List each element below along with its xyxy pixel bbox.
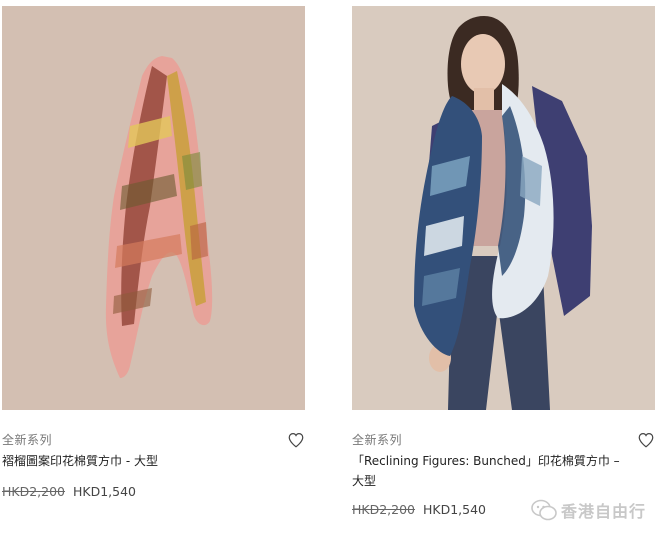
original-price: HKD2,200 bbox=[352, 502, 416, 517]
wishlist-heart-icon[interactable] bbox=[287, 431, 305, 449]
price-block: HKD2,200 HKD1,540 bbox=[352, 502, 486, 517]
sale-price: HKD1,540 bbox=[73, 484, 137, 499]
model-wearing-scarf-illustration bbox=[352, 6, 655, 410]
product-image-2[interactable] bbox=[352, 6, 655, 410]
watermark: 香港自由行 bbox=[531, 497, 655, 523]
original-price: HKD2,200 bbox=[2, 484, 66, 499]
price-block: HKD2,200 HKD1,540 bbox=[2, 484, 136, 499]
sale-price: HKD1,540 bbox=[423, 502, 487, 517]
heart-outline-icon bbox=[638, 433, 654, 448]
wishlist-heart-icon[interactable] bbox=[637, 431, 655, 449]
product-image-1[interactable] bbox=[2, 6, 305, 410]
product-name-link[interactable]: 「Reclining Figures: Bunched」印花棉質方巾 – 大型 bbox=[352, 451, 622, 491]
product-collection-label: 全新系列 bbox=[352, 433, 403, 447]
scarf-hanging-illustration bbox=[2, 6, 305, 410]
product-name-link[interactable]: 褶榴圖案印花棉質方巾 - 大型 bbox=[2, 451, 272, 471]
product-collection-label: 全新系列 bbox=[2, 433, 53, 447]
wechat-icon bbox=[531, 499, 557, 521]
watermark-text: 香港自由行 bbox=[561, 502, 647, 521]
heart-outline-icon bbox=[288, 433, 304, 448]
